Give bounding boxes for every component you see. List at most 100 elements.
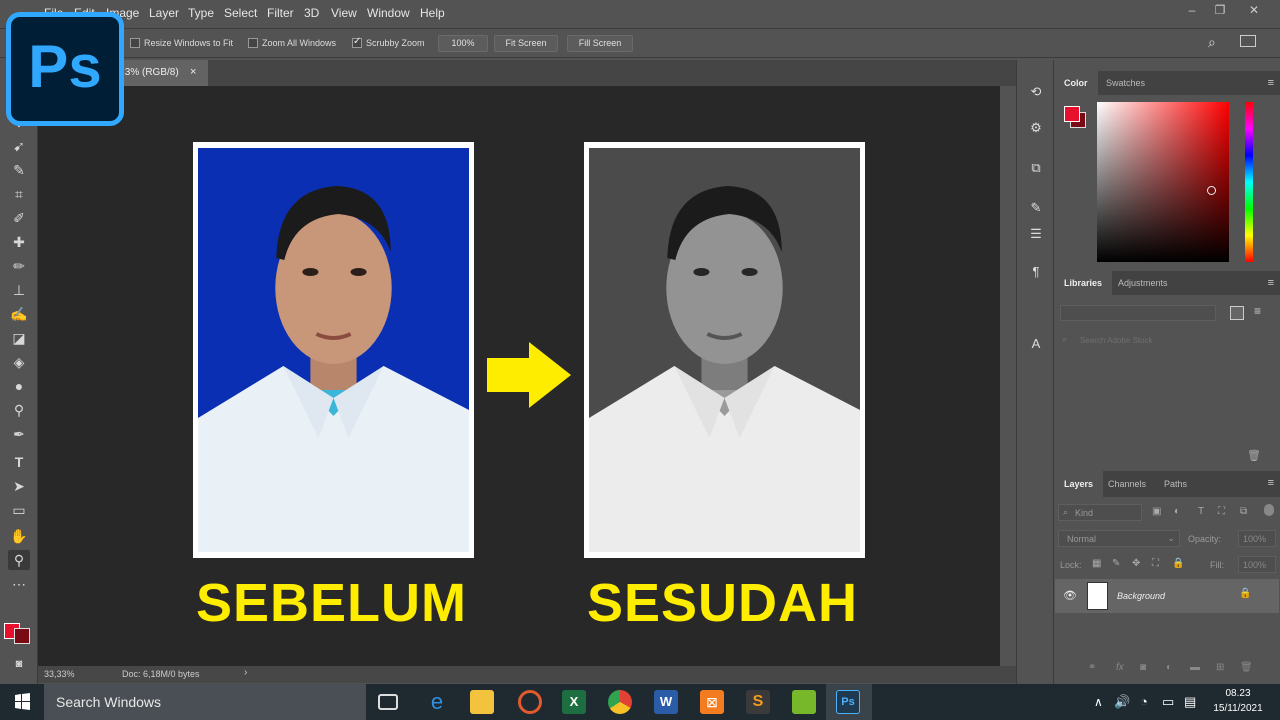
xampp-icon[interactable]: ⊠: [700, 690, 724, 714]
tab-paths[interactable]: Paths: [1154, 471, 1197, 497]
trash-icon[interactable]: 🗑: [1247, 449, 1261, 462]
paragraph-panel-icon[interactable]: ¶: [1026, 262, 1046, 282]
list-view-icon[interactable]: ≡: [1254, 304, 1261, 318]
opacity-field[interactable]: 100%: [1238, 530, 1276, 547]
notification-icon[interactable]: ▤: [1184, 684, 1196, 720]
hand-tool-icon[interactable]: ✋: [8, 526, 30, 546]
add-mask-icon[interactable]: ◙: [1140, 662, 1146, 673]
filter-type-icon[interactable]: T: [1198, 506, 1204, 517]
tray-chevron-icon[interactable]: ∧: [1094, 684, 1103, 720]
network-icon[interactable]: ◔: [1140, 684, 1148, 720]
menu-select[interactable]: Select: [224, 6, 257, 20]
word-icon[interactable]: W: [654, 690, 678, 714]
menu-filter[interactable]: Filter: [267, 6, 294, 20]
task-view-icon[interactable]: [378, 694, 398, 710]
quick-mask-icon[interactable]: ◙: [8, 654, 30, 674]
paint-bucket-tool-icon[interactable]: ◈: [8, 352, 30, 372]
filter-toggle-icon[interactable]: [1264, 504, 1274, 516]
lock-pixels-icon[interactable]: ✎: [1112, 558, 1120, 569]
restore-icon[interactable]: ❐: [1210, 3, 1230, 19]
fit-screen-button[interactable]: Fit Screen: [494, 35, 558, 52]
tool-presets-icon[interactable]: ☰: [1026, 224, 1046, 244]
media-app-icon[interactable]: [518, 690, 542, 714]
link-layers-icon[interactable]: ⚭: [1088, 662, 1096, 673]
status-arrow-icon[interactable]: ›: [244, 667, 247, 678]
camtasia-icon[interactable]: [792, 690, 816, 714]
healing-brush-tool-icon[interactable]: ✚: [8, 232, 30, 252]
menu-help[interactable]: Help: [420, 6, 445, 20]
tab-color[interactable]: Color: [1054, 71, 1098, 95]
more-tools-icon[interactable]: ⋯: [8, 574, 30, 594]
layer-kind-filter[interactable]: ⌕ Kind: [1058, 504, 1142, 521]
chrome-icon[interactable]: [608, 690, 632, 714]
color-fg-swatch[interactable]: [1064, 106, 1080, 122]
path-select-tool-icon[interactable]: ➤: [8, 476, 30, 496]
library-search-input[interactable]: Search Adobe Stock: [1080, 336, 1153, 345]
quick-select-tool-icon[interactable]: ✎: [8, 160, 30, 180]
tab-channels[interactable]: Channels: [1098, 471, 1156, 497]
background-color-swatch[interactable]: [14, 628, 30, 644]
lock-all-icon[interactable]: 🔒: [1172, 558, 1184, 569]
color-picker-field[interactable]: [1097, 102, 1229, 262]
close-icon[interactable]: ✕: [1244, 3, 1264, 19]
lasso-tool-icon[interactable]: ➹: [8, 136, 30, 156]
visibility-eye-icon[interactable]: 👁: [1063, 589, 1077, 602]
tab-swatches[interactable]: Swatches: [1096, 71, 1155, 95]
brush-tool-icon[interactable]: ✏: [8, 256, 30, 276]
zoom-all-checkbox[interactable]: [248, 38, 258, 48]
minimize-icon[interactable]: –: [1182, 3, 1202, 19]
brush-panel-icon[interactable]: ✎: [1026, 198, 1046, 218]
properties-panel-icon[interactable]: ⚙: [1026, 118, 1046, 138]
taskbar-clock[interactable]: 08.23 15/11/2021: [1200, 686, 1276, 716]
menu-3d[interactable]: 3D: [304, 6, 319, 20]
rectangle-tool-icon[interactable]: ▭: [8, 500, 30, 520]
filter-shape-icon[interactable]: ⛶: [1218, 506, 1225, 517]
resize-windows-checkbox[interactable]: [130, 38, 140, 48]
fill-screen-button[interactable]: Fill Screen: [567, 35, 633, 52]
filter-pixel-icon[interactable]: ▣: [1152, 506, 1161, 517]
libraries-panel-menu-icon[interactable]: ≡: [1268, 277, 1274, 289]
library-dropdown[interactable]: [1060, 305, 1216, 321]
filter-smart-object-icon[interactable]: ⧉: [1240, 506, 1247, 517]
fx-icon[interactable]: fx: [1116, 662, 1124, 673]
tab-libraries[interactable]: Libraries: [1054, 271, 1113, 295]
adjustment-layer-icon[interactable]: ◐: [1166, 662, 1172, 673]
file-explorer-icon[interactable]: [470, 690, 494, 714]
vertical-scrollbar[interactable]: [1000, 86, 1016, 666]
lock-artboard-icon[interactable]: ⛶: [1152, 558, 1159, 569]
tab-layers[interactable]: Layers: [1054, 471, 1104, 497]
search-icon[interactable]: ⌕: [1208, 34, 1216, 51]
excel-icon[interactable]: X: [562, 690, 586, 714]
status-zoom[interactable]: 33,33%: [44, 669, 75, 679]
volume-icon[interactable]: 🔊: [1114, 684, 1130, 720]
blur-tool-icon[interactable]: ●: [8, 376, 30, 396]
menu-view[interactable]: View: [331, 6, 357, 20]
document-canvas[interactable]: SEBELUM SESUDAH: [38, 86, 1000, 666]
layer-row-background[interactable]: 👁 Background 🔒: [1055, 579, 1279, 613]
filter-adjustment-icon[interactable]: ◐: [1174, 506, 1180, 517]
hue-slider[interactable]: [1245, 102, 1253, 262]
history-brush-tool-icon[interactable]: ✍: [8, 304, 30, 324]
menu-window[interactable]: Window: [367, 6, 410, 20]
taskbar-search-input[interactable]: Search Windows: [44, 684, 366, 720]
lock-transparency-icon[interactable]: ▦: [1092, 558, 1101, 569]
clone-stamp-tool-icon[interactable]: ⊥: [8, 280, 30, 300]
clone-source-panel-icon[interactable]: ⧉: [1026, 158, 1046, 178]
start-button[interactable]: [0, 684, 44, 720]
blend-mode-select[interactable]: Normal ⌄: [1058, 530, 1180, 547]
layer-name[interactable]: Background: [1117, 591, 1165, 601]
scrubby-zoom-checkbox[interactable]: [352, 36, 362, 48]
eyedropper-tool-icon[interactable]: ✐: [8, 208, 30, 228]
tab-close-icon[interactable]: ×: [190, 66, 196, 78]
battery-icon[interactable]: ▭: [1162, 684, 1174, 720]
layer-lock-icon[interactable]: 🔒: [1239, 588, 1251, 599]
zoom-percent-field[interactable]: 100%: [438, 35, 488, 52]
lock-position-icon[interactable]: ✥: [1132, 558, 1140, 569]
sublime-icon[interactable]: S: [746, 690, 770, 714]
eraser-tool-icon[interactable]: ◪: [8, 328, 30, 348]
character-panel-icon[interactable]: A: [1026, 334, 1046, 354]
color-picker-cursor[interactable]: [1207, 186, 1216, 195]
tab-adjustments[interactable]: Adjustments: [1108, 271, 1178, 295]
edge-icon[interactable]: e: [425, 690, 449, 714]
color-panel-menu-icon[interactable]: ≡: [1268, 77, 1274, 89]
